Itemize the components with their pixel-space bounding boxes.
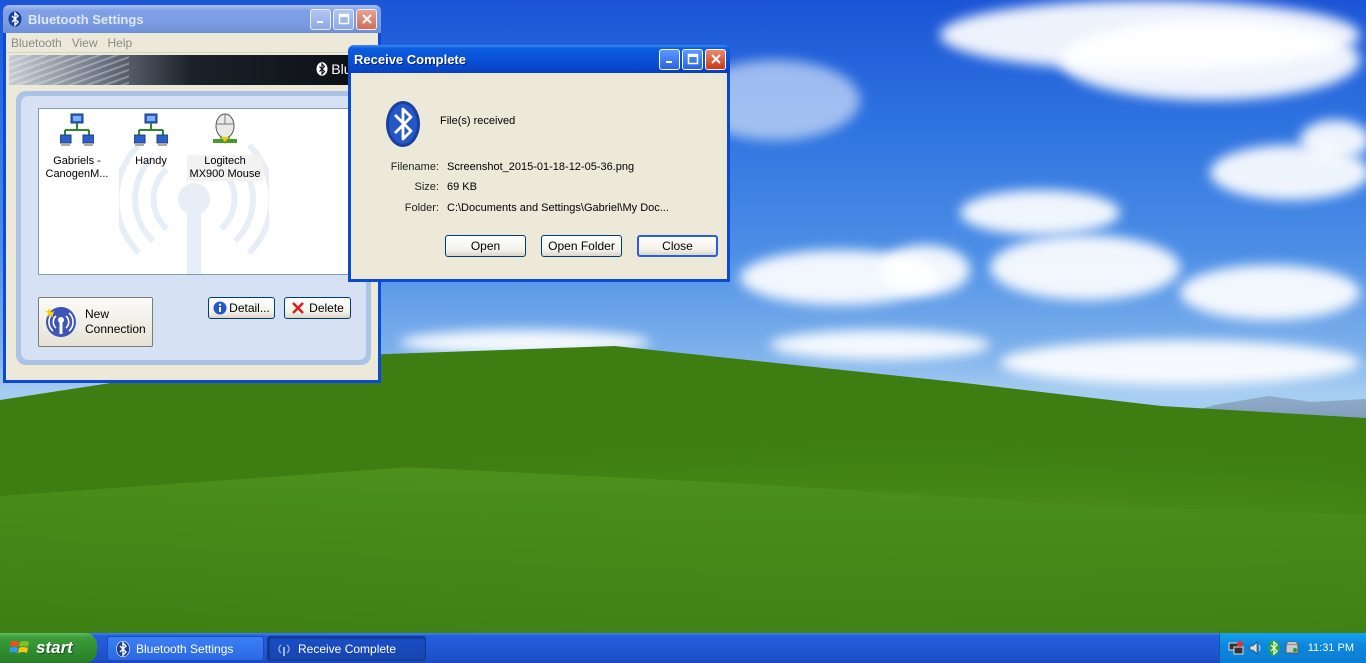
network-computer-icon xyxy=(133,113,169,146)
cloud xyxy=(1000,340,1360,385)
filename-value: Screenshot_2015-01-18-12-05-36.png xyxy=(447,161,635,173)
cloud xyxy=(740,250,940,305)
minimize-button[interactable] xyxy=(310,8,331,30)
bluetooth-logo-icon xyxy=(316,62,328,76)
size-value: 69 KB xyxy=(447,181,477,193)
filename-label: Filename: xyxy=(390,161,439,173)
minimize-button[interactable] xyxy=(659,48,680,70)
close-dialog-button[interactable]: Close xyxy=(637,235,718,257)
delete-label: Delete xyxy=(309,301,344,315)
start-label: start xyxy=(36,638,73,657)
device-label: Handy xyxy=(135,155,167,167)
new-connection-icon xyxy=(45,307,76,337)
taskbar-item-bluetooth-settings[interactable]: Bluetooth Settings xyxy=(107,636,264,661)
bluetooth-icon xyxy=(386,101,420,147)
bluetooth-tray-icon[interactable] xyxy=(1268,640,1280,656)
receive-complete-titlebar[interactable]: Receive Complete xyxy=(348,45,730,73)
bluetooth-icon xyxy=(7,11,23,27)
taskbar-item-label: Bluetooth Settings xyxy=(136,641,234,656)
cloud xyxy=(1060,20,1360,100)
detail-button[interactable]: Detail... xyxy=(208,297,275,319)
start-button[interactable]: start xyxy=(0,633,97,663)
bluetooth-settings-window: Bluetooth Settings Bluetooth View Help B… xyxy=(3,5,381,383)
device-item-logitech-mouse[interactable]: Logitech MX900 Mouse xyxy=(187,113,263,181)
info-icon xyxy=(213,301,227,315)
safely-remove-hardware-icon[interactable] xyxy=(1284,640,1300,656)
open-folder-button[interactable]: Open Folder xyxy=(541,235,622,257)
folder-value: C:\Documents and Settings\Gabriel\My Doc… xyxy=(447,202,669,214)
cloud xyxy=(1180,265,1360,320)
system-tray: 11:31 PM xyxy=(1219,633,1366,663)
window-title: Bluetooth Settings xyxy=(28,11,144,27)
cloud xyxy=(960,190,1120,235)
banner-decoration xyxy=(9,55,129,85)
bluetooth-banner: Blueto xyxy=(9,55,375,85)
taskbar-item-receive-complete[interactable]: Receive Complete xyxy=(267,636,426,661)
new-connection-line2: Connection xyxy=(85,322,146,336)
taskbar: start Bluetooth Settings Receive Complet… xyxy=(0,633,1366,663)
clock[interactable]: 11:31 PM xyxy=(1308,642,1354,654)
menu-view[interactable]: View xyxy=(67,36,103,50)
device-list[interactable]: Gabriels - CanogenM... Handy Logitech MX… xyxy=(38,108,368,275)
device-panel: Gabriels - CanogenM... Handy Logitech MX… xyxy=(16,91,371,365)
device-label: CanogenM... xyxy=(45,168,109,180)
open-button[interactable]: Open xyxy=(445,235,526,257)
network-icon[interactable] xyxy=(1228,640,1244,656)
mouse-icon xyxy=(213,113,237,144)
menu-bar: Bluetooth View Help xyxy=(6,33,378,53)
folder-label: Folder: xyxy=(404,202,439,214)
delete-button[interactable]: Delete xyxy=(284,297,351,319)
bluetooth-signal-icon xyxy=(278,644,290,656)
new-connection-label: New Connection xyxy=(85,307,146,337)
volume-icon[interactable] xyxy=(1248,640,1264,656)
close-button[interactable] xyxy=(356,8,377,30)
bluetooth-icon xyxy=(116,640,130,657)
windows-logo-icon xyxy=(10,641,29,653)
device-label: MX900 Mouse xyxy=(187,168,263,181)
bluetooth-settings-client: Bluetooth View Help Blueto xyxy=(6,33,378,380)
received-message: File(s) received xyxy=(440,115,516,127)
close-button[interactable] xyxy=(705,48,726,70)
device-label: Logitech xyxy=(187,155,263,168)
device-item-gabriels[interactable]: Gabriels - CanogenM... xyxy=(39,113,115,181)
menu-bluetooth[interactable]: Bluetooth xyxy=(6,36,67,50)
detail-label: Detail... xyxy=(229,301,270,315)
dialog-title: Receive Complete xyxy=(354,51,466,67)
cloud xyxy=(990,235,1180,300)
bluetooth-settings-titlebar[interactable]: Bluetooth Settings xyxy=(3,5,381,33)
taskbar-item-label: Receive Complete xyxy=(298,641,397,656)
cloud xyxy=(1300,120,1366,160)
delete-x-icon xyxy=(292,302,305,314)
device-item-handy[interactable]: Handy xyxy=(113,113,189,168)
maximize-button[interactable] xyxy=(682,48,703,70)
maximize-button[interactable] xyxy=(333,8,354,30)
menu-help[interactable]: Help xyxy=(103,36,138,50)
new-connection-button[interactable]: New Connection xyxy=(38,297,153,347)
size-label: Size: xyxy=(414,181,439,193)
new-connection-line1: New xyxy=(85,307,110,321)
device-label: Gabriels - xyxy=(53,155,101,167)
receive-complete-dialog: Receive Complete File(s) received Filena… xyxy=(348,45,730,282)
network-computer-icon xyxy=(59,113,95,146)
cloud xyxy=(770,330,990,360)
receive-complete-client: File(s) received Filename: Screenshot_20… xyxy=(351,73,727,279)
